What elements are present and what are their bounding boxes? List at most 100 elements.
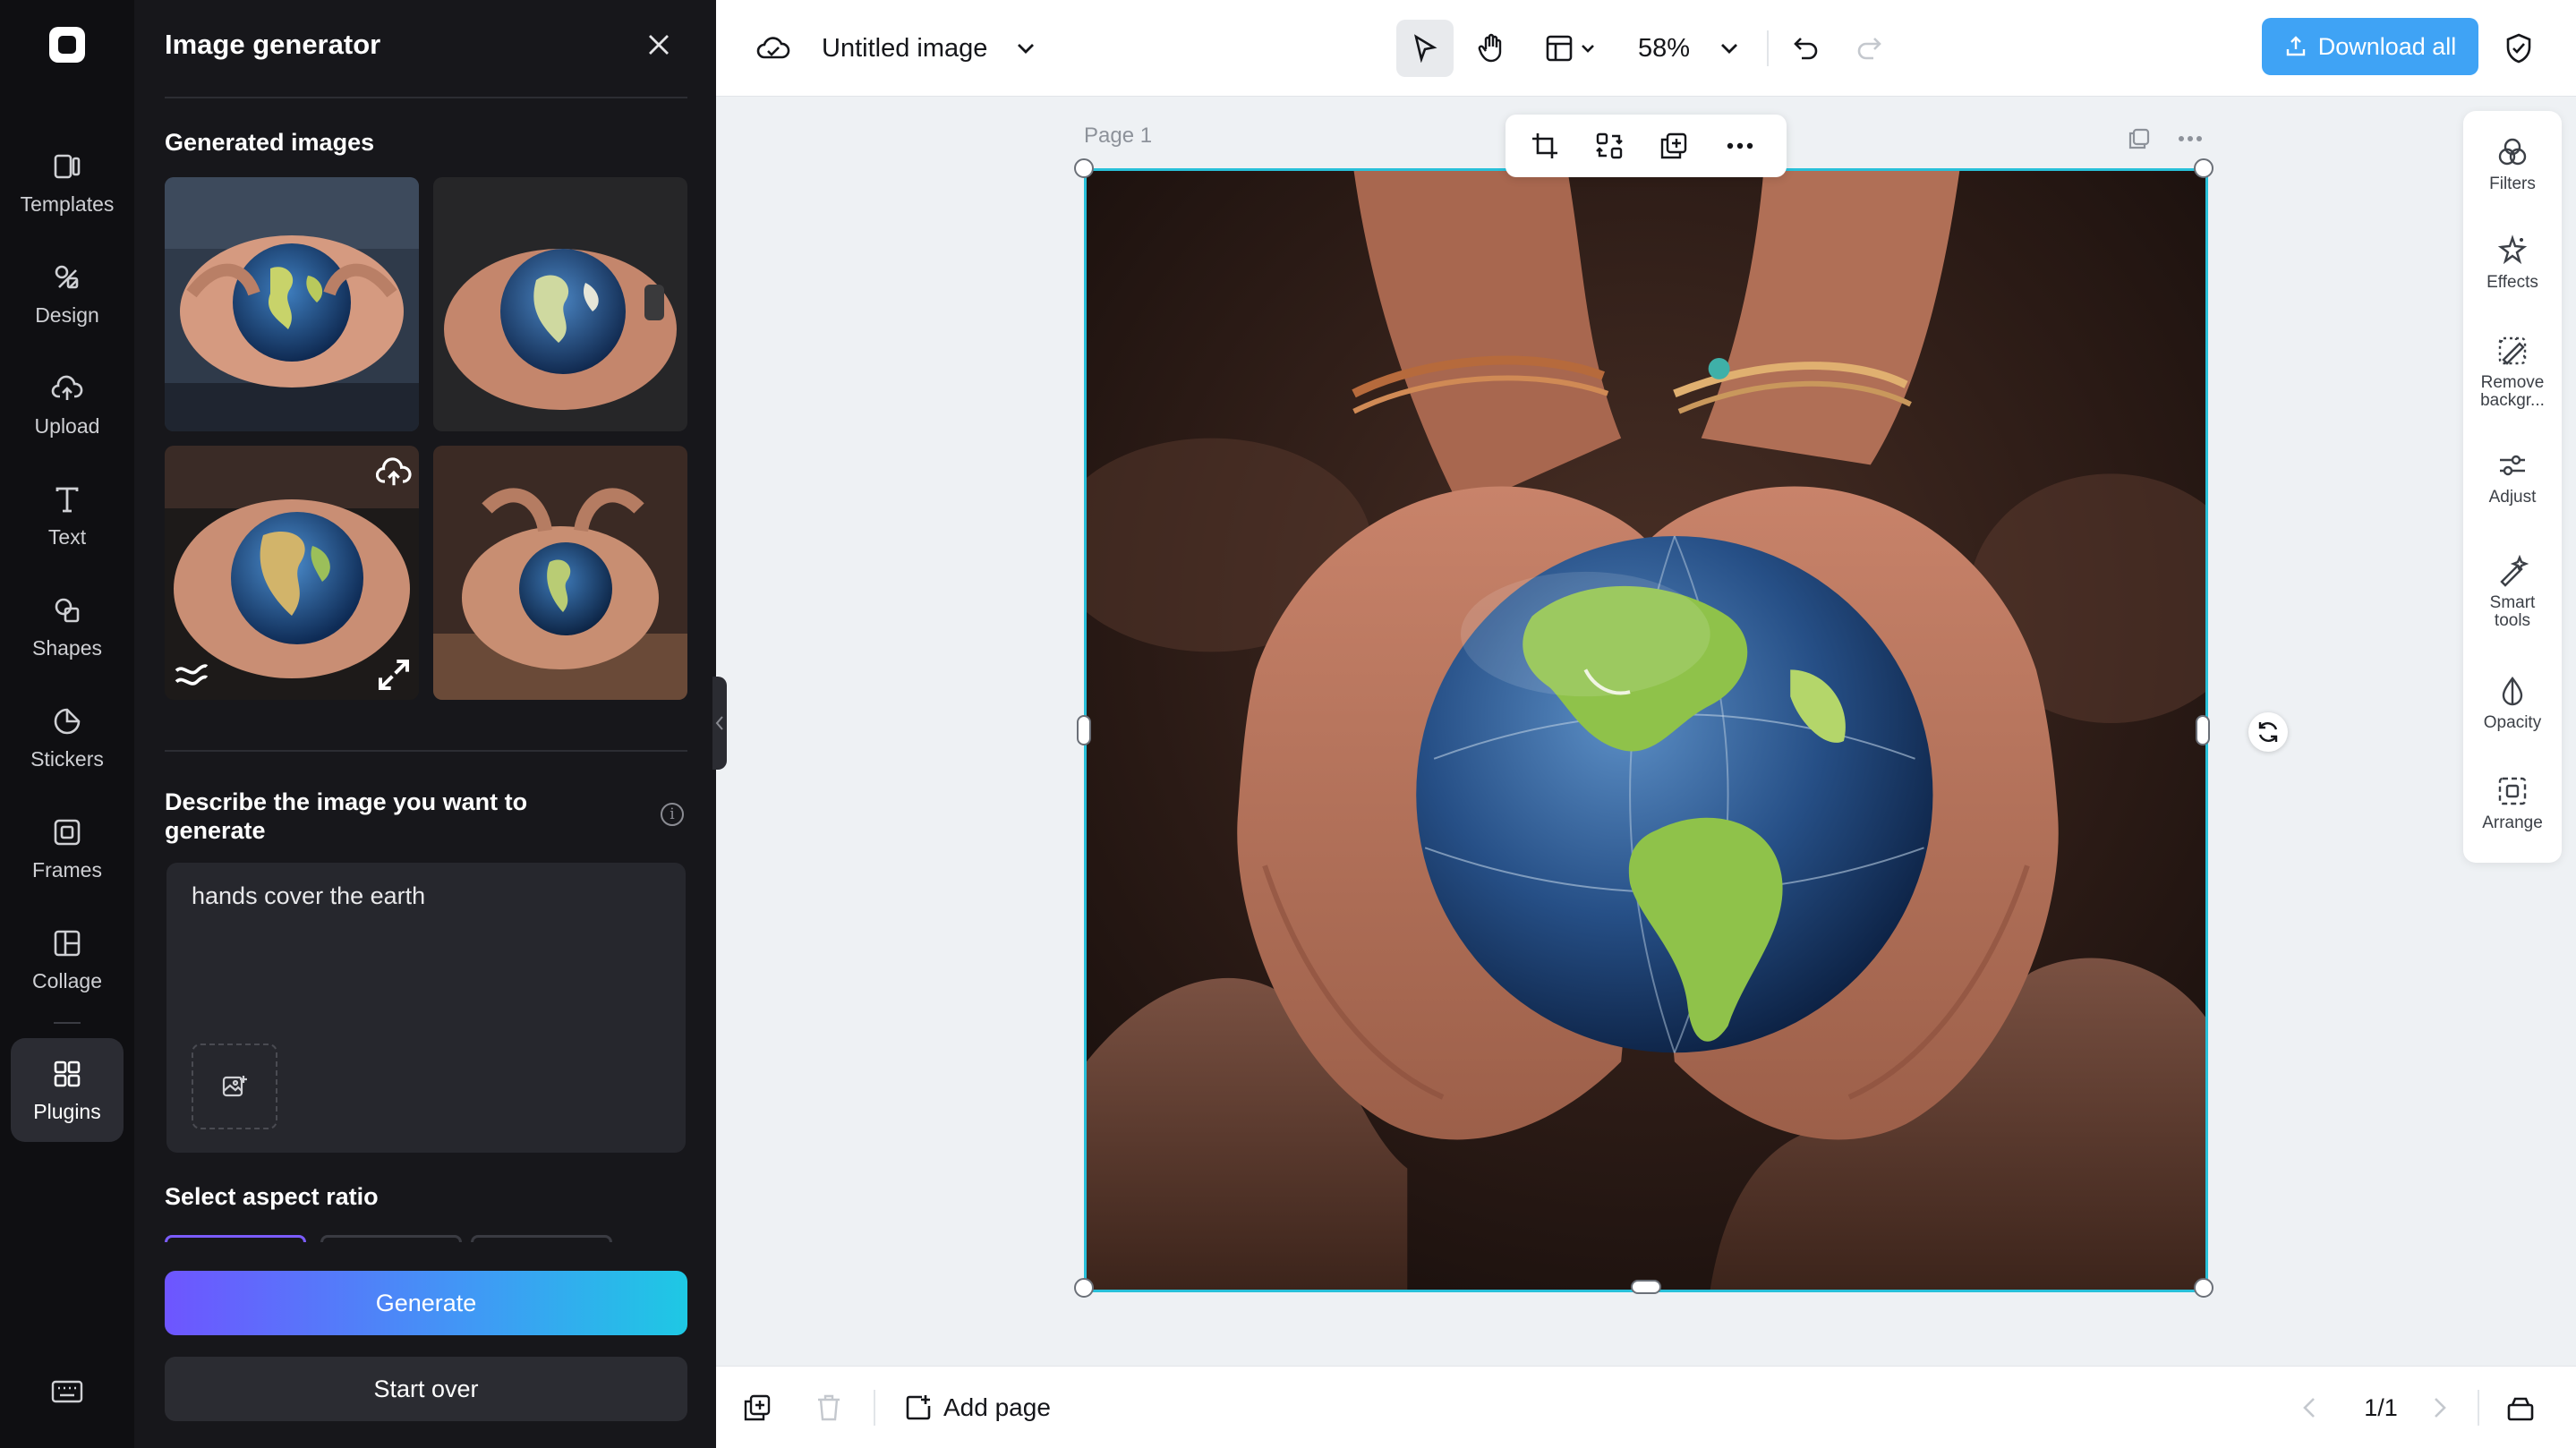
generated-image-4[interactable] — [433, 446, 687, 700]
next-page-button[interactable] — [2424, 1390, 2456, 1426]
generated-image-2[interactable] — [433, 177, 687, 431]
duplicate-page-icon[interactable] — [2124, 124, 2154, 154]
filters-icon — [2495, 134, 2530, 170]
generated-image-1[interactable] — [165, 177, 419, 431]
frames-icon — [50, 815, 84, 849]
rail-divider — [54, 1022, 81, 1024]
duplicate-button[interactable] — [1656, 128, 1692, 164]
prompt-text[interactable]: hands cover the earth — [192, 882, 425, 910]
info-icon[interactable]: i — [661, 803, 684, 826]
replace-button[interactable] — [1591, 128, 1627, 164]
download-all-button[interactable]: Download all — [2262, 18, 2478, 75]
stickers-icon — [50, 704, 84, 738]
tool-adjust[interactable]: Adjust — [2463, 447, 2562, 507]
resize-handle-top-right[interactable] — [2194, 158, 2213, 178]
add-reference-image-button[interactable] — [192, 1043, 277, 1129]
expand-icon[interactable] — [376, 657, 412, 693]
more-options-button[interactable] — [1722, 128, 1758, 164]
rail-item-frames[interactable]: Frames — [11, 800, 124, 897]
close-panel-button[interactable] — [641, 27, 677, 63]
tool-smart-tools[interactable]: Smart tools — [2463, 553, 2562, 630]
crop-button[interactable] — [1527, 128, 1563, 164]
duplicate-page-icon — [744, 1394, 771, 1421]
page-more-options-icon[interactable] — [2175, 124, 2205, 154]
tool-arrange[interactable]: Arrange — [2463, 773, 2562, 832]
image-add-icon — [222, 1076, 247, 1097]
security-button[interactable] — [2497, 27, 2540, 70]
toolbar-divider — [1767, 30, 1769, 66]
rail-item-shapes[interactable]: Shapes — [11, 578, 124, 675]
effects-icon — [2495, 233, 2530, 268]
document-title[interactable]: Untitled image — [822, 29, 987, 68]
duplicate-page-button[interactable] — [739, 1390, 775, 1426]
more-icon — [1727, 142, 1753, 149]
keyboard-shortcuts-icon[interactable] — [49, 1374, 85, 1410]
variations-icon[interactable] — [174, 657, 209, 693]
add-page-button[interactable]: Add page — [904, 1390, 1051, 1426]
replace-icon — [1596, 132, 1623, 159]
rail-item-label: Text — [47, 524, 87, 549]
rail-item-upload[interactable]: Upload — [11, 356, 124, 453]
adjust-icon — [2495, 447, 2530, 483]
page-manager-button[interactable] — [2503, 1390, 2538, 1426]
plugins-icon — [50, 1057, 84, 1091]
rail-item-label: Shapes — [31, 635, 102, 660]
layout-dropdown-button[interactable] — [1536, 20, 1604, 77]
collapse-panel-handle[interactable] — [712, 677, 727, 770]
prompt-textarea[interactable]: hands cover the earth — [166, 863, 686, 1153]
hand-tool-button[interactable] — [1463, 20, 1520, 77]
undo-button[interactable] — [1785, 27, 1828, 70]
start-over-button[interactable]: Start over — [165, 1357, 687, 1421]
canvas-image[interactable] — [1074, 158, 2213, 1298]
bottom-bar: Add page 1/1 — [716, 1366, 2576, 1448]
smart-tools-icon — [2495, 553, 2530, 589]
describe-label: Describe the image you want to generate — [165, 788, 528, 844]
select-tool-button[interactable] — [1396, 20, 1454, 77]
resize-handle-top-left[interactable] — [1074, 158, 1094, 178]
redo-button[interactable] — [1847, 27, 1890, 70]
image-tools-panel: Filters Effects Remove backgr... Adjust … — [2463, 111, 2562, 863]
rail-item-label: Plugins — [33, 1099, 101, 1123]
resize-handle-left[interactable] — [1077, 715, 1091, 745]
rail-item-label: Upload — [34, 413, 100, 438]
rail-item-label: Templates — [20, 192, 115, 216]
tool-label: Remove backgr... — [2480, 373, 2545, 410]
cloud-save-icon[interactable] — [754, 29, 793, 68]
rotate-handle[interactable] — [2248, 712, 2288, 752]
generate-button[interactable]: Generate — [165, 1271, 687, 1335]
generated-image-3[interactable] — [165, 446, 419, 700]
aspect-ratio-option-2[interactable] — [320, 1235, 462, 1242]
tool-opacity[interactable]: Opacity — [2463, 673, 2562, 732]
resize-handle-bottom[interactable] — [1631, 1280, 1661, 1294]
save-to-cloud-icon[interactable] — [376, 455, 412, 490]
aspect-ratio-option-1[interactable] — [165, 1235, 306, 1242]
undo-icon — [1794, 38, 1818, 60]
pointer-icon — [1414, 34, 1437, 63]
resize-handle-bottom-left[interactable] — [1074, 1278, 1094, 1298]
app-logo[interactable] — [49, 27, 85, 63]
rail-item-label: Collage — [32, 968, 102, 992]
resize-handle-right[interactable] — [2196, 715, 2210, 745]
tool-filters[interactable]: Filters — [2463, 134, 2562, 193]
delete-page-button[interactable] — [811, 1390, 847, 1426]
zoom-level[interactable]: 58% — [1638, 20, 1690, 77]
tool-remove-background[interactable]: Remove backgr... — [2463, 333, 2562, 410]
rail-item-text[interactable]: Text — [11, 467, 124, 564]
zoom-dropdown-button[interactable] — [1711, 30, 1747, 66]
image-context-toolbar — [1506, 115, 1787, 177]
resize-handle-bottom-right[interactable] — [2194, 1278, 2213, 1298]
title-dropdown-button[interactable] — [1008, 30, 1044, 66]
rail-item-templates[interactable]: Templates — [11, 134, 124, 231]
pages-icon — [2507, 1397, 2534, 1421]
rail-item-stickers[interactable]: Stickers — [11, 689, 124, 786]
aspect-ratio-option-3[interactable] — [471, 1235, 612, 1242]
upload-icon — [50, 371, 84, 405]
previous-page-button[interactable] — [2293, 1390, 2325, 1426]
rail-item-collage[interactable]: Collage — [11, 911, 124, 1008]
rail-item-design[interactable]: Design — [11, 245, 124, 342]
trash-icon — [818, 1394, 840, 1421]
tool-label: Adjust — [2488, 488, 2537, 507]
top-bar: Untitled image 58% Download all — [716, 0, 2576, 97]
tool-effects[interactable]: Effects — [2463, 233, 2562, 292]
rail-item-plugins[interactable]: Plugins — [11, 1038, 124, 1142]
